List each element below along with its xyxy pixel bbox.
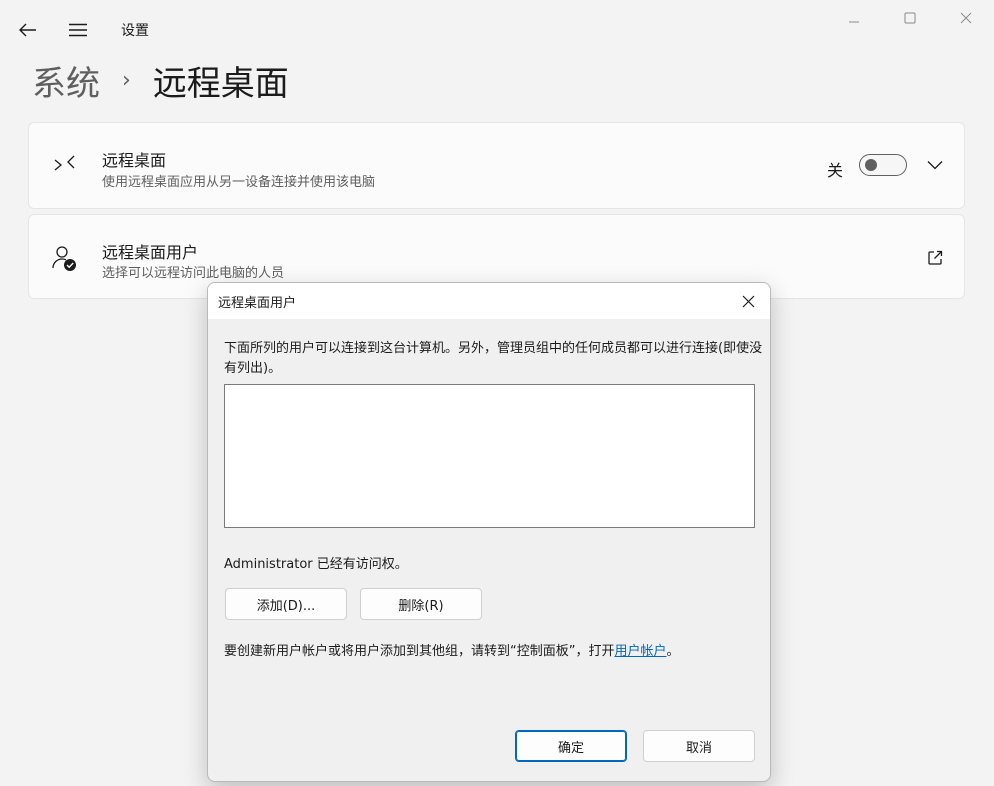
open-external-button[interactable] — [923, 246, 947, 270]
control-panel-note: 要创建新用户帐户或将用户添加到其他组，请转到“控制面板”，打开用户帐户。 — [224, 640, 680, 659]
back-button[interactable] — [10, 14, 46, 46]
app-title: 设置 — [121, 23, 149, 39]
chevron-down-icon — [927, 161, 943, 170]
maximize-icon — [904, 12, 916, 24]
breadcrumb-system[interactable]: 系统 — [32, 56, 100, 105]
access-status-text: Administrator 已经有访问权。 — [224, 557, 408, 572]
close-window-button[interactable] — [938, 0, 994, 36]
remote-desktop-icon — [51, 151, 79, 179]
dialog-description: 下面所列的用户可以连接到这台计算机。另外，管理员组中的任何成员都可以进行连接(即… — [224, 341, 763, 376]
add-user-button[interactable]: 添加(D)... — [225, 588, 347, 620]
note-suffix: 。 — [666, 644, 680, 659]
dialog-title: 远程桌面用户 — [218, 296, 297, 311]
expand-button[interactable] — [923, 153, 947, 177]
minimize-button[interactable] — [826, 0, 882, 36]
user-list-box[interactable] — [224, 384, 755, 528]
navigation-menu-button[interactable] — [60, 14, 96, 46]
hamburger-menu-icon — [69, 23, 87, 37]
close-icon — [742, 295, 754, 307]
user-accounts-link[interactable]: 用户帐户 — [614, 644, 666, 659]
remote-users-subtitle: 选择可以远程访问此电脑的人员 — [102, 266, 285, 281]
toggle-knob — [865, 159, 877, 171]
title-bar: 设置 — [0, 0, 994, 56]
back-arrow-icon — [19, 23, 36, 37]
remote-desktop-toggle[interactable] — [859, 154, 907, 176]
remove-user-button[interactable]: 删除(R) — [360, 588, 482, 620]
external-link-icon — [928, 250, 943, 265]
breadcrumb: 系统 › 远程桌面 — [32, 56, 289, 104]
remote-desktop-card[interactable]: 远程桌面 使用远程桌面应用从另一设备连接并使用该电脑 关 — [28, 122, 965, 209]
remote-users-title: 远程桌面用户 — [102, 243, 199, 262]
note-prefix: 要创建新用户帐户或将用户添加到其他组，请转到“控制面板”，打开 — [224, 644, 615, 659]
remote-desktop-users-dialog: 远程桌面用户 下面所列的用户可以连接到这台计算机。另外，管理员组中的任何成员都可… — [207, 282, 771, 782]
dialog-close-button[interactable] — [732, 286, 764, 316]
close-icon — [960, 12, 972, 24]
breadcrumb-separator-icon: › — [122, 67, 131, 93]
page-title: 远程桌面 — [152, 63, 289, 104]
minimize-icon — [849, 21, 859, 23]
remote-desktop-title: 远程桌面 — [102, 151, 167, 170]
cancel-button[interactable]: 取消 — [643, 730, 755, 762]
user-check-icon — [51, 244, 79, 272]
toggle-state-label: 关 — [827, 161, 844, 180]
ok-button[interactable]: 确定 — [515, 730, 627, 762]
dialog-title-bar: 远程桌面用户 — [208, 283, 770, 319]
remote-desktop-subtitle: 使用远程桌面应用从另一设备连接并使用该电脑 — [102, 175, 376, 190]
maximize-button[interactable] — [882, 0, 938, 36]
